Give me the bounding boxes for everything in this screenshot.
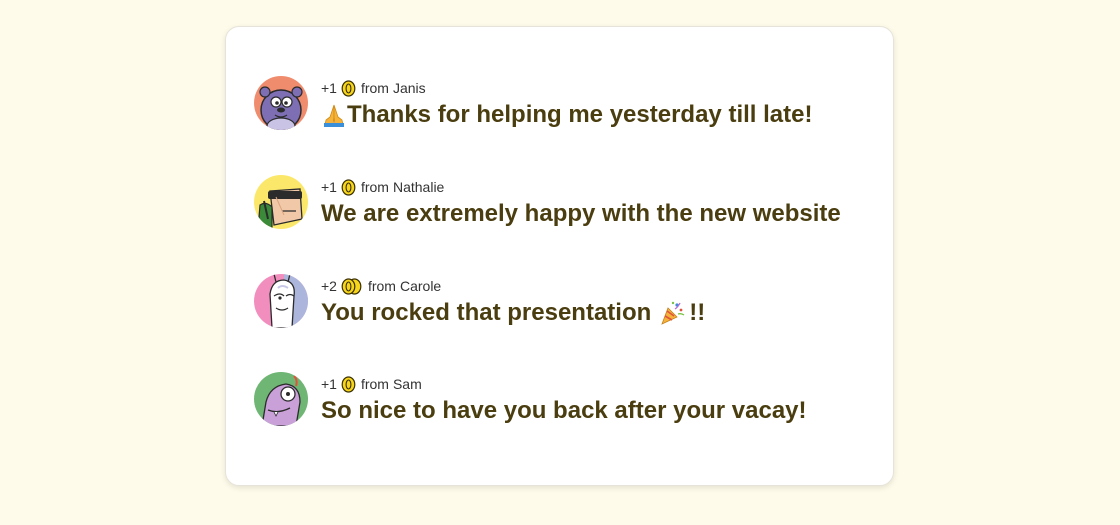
sender-name: Nathalie [392,179,445,195]
coin-stack-icon [341,277,363,295]
message-suffix: !! [689,299,706,326]
kudos-card: +1 from Janis Thanks for helping me yest… [225,26,894,486]
kudos-meta: +1 from Janis [321,78,426,98]
kudos-entry: +1 from Janis Thanks for helping me yest… [254,76,874,136]
message-text: Thanks for helping me yesterday till lat… [347,101,813,128]
kudos-message: We are extremely happy with the new webs… [321,200,841,228]
coin-icon [341,178,356,196]
kudos-meta: +2 from Carole [321,276,441,296]
avatar-carole [254,274,308,328]
from-label: from [367,278,396,294]
points: +1 [321,80,337,96]
from-label: from [360,179,389,195]
message-text: You rocked that presentation [321,299,652,326]
coin-icon [341,375,356,393]
points: +1 [321,179,337,195]
kudos-message: You rocked that presentation !! [321,299,705,327]
kudos-message: Thanks for helping me yesterday till lat… [321,101,812,129]
kudos-meta: +1 from Sam [321,374,422,394]
avatar-nathalie [254,175,308,229]
kudos-entry: +2 from Carole You rocked that presentat… [254,274,874,334]
purple-creature-avatar-icon [254,76,308,130]
folded-hands-icon [321,103,347,127]
coin-icon [341,79,356,97]
points: +1 [321,376,337,392]
llama-character-avatar-icon [254,274,308,328]
kudos-entry: +1 from Sam So nice to have you back aft… [254,372,874,432]
message-text: So nice to have you back after your vaca… [321,397,807,424]
message-text: We are extremely happy with the new webs… [321,200,841,227]
sender-name: Janis [392,80,426,96]
sender-name: Carole [399,278,442,294]
lizard-character-avatar-icon [254,372,308,426]
avatar-janis [254,76,308,130]
from-label: from [360,376,389,392]
party-popper-icon [659,300,685,326]
kudos-entry: +1 from Nathalie We are extremely happy … [254,175,874,235]
from-label: from [360,80,389,96]
sender-name: Sam [392,376,422,392]
kudos-meta: +1 from Nathalie [321,177,444,197]
avatar-sam [254,372,308,426]
sunglasses-character-avatar-icon [254,175,308,229]
points: +2 [321,278,337,294]
kudos-message: So nice to have you back after your vaca… [321,397,807,425]
